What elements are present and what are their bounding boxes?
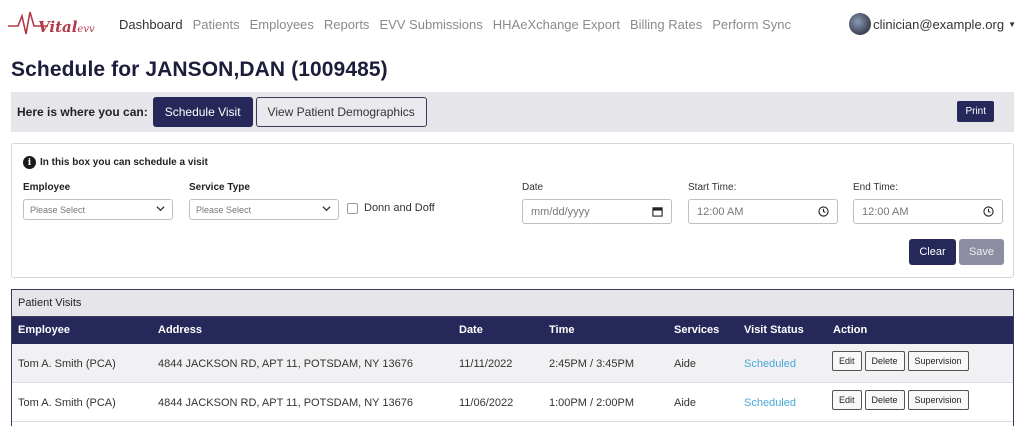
col-date: Date (459, 324, 483, 336)
cell-time: 2:45PM / 3:45PM (549, 358, 634, 370)
end-time-label: End Time: (853, 182, 899, 193)
cell-visit-status: Scheduled (744, 397, 796, 409)
delete-button[interactable]: Delete (864, 351, 905, 371)
page-title: Schedule for JANSON,DAN (1009485) (11, 58, 388, 81)
employee-select-value: Please Select (30, 204, 86, 215)
supervision-button[interactable]: Supervision (907, 390, 969, 410)
donn-doff-label: Donn and Doff (364, 202, 435, 214)
cell-services: Aide (674, 397, 697, 409)
col-services: Services (674, 324, 720, 336)
chevron-down-icon (322, 204, 331, 215)
vital-evv-logo[interactable]: Vitalevv (8, 4, 100, 44)
end-time-value: 12:00 AM (862, 205, 909, 218)
patient-visits-title: Patient Visits (12, 290, 1013, 317)
cell-employee: Tom A. Smith (PCA) (18, 397, 116, 409)
start-time-label: Start Time: (688, 182, 737, 193)
print-button[interactable]: Print (957, 101, 994, 122)
employee-select[interactable]: Please Select (23, 199, 173, 220)
col-time: Time (549, 324, 575, 336)
nav-links: Dashboard Patients Employees Reports EVV… (114, 17, 796, 32)
edit-button[interactable]: Edit (832, 390, 862, 410)
nav-reports[interactable]: Reports (319, 17, 375, 32)
clear-button[interactable]: Clear (909, 239, 956, 265)
user-menu[interactable]: clinician@example.org ▼ (849, 13, 1016, 35)
nav-dashboard[interactable]: Dashboard (114, 17, 188, 32)
date-input[interactable]: mm/dd/yyyy (522, 199, 672, 224)
cell-visit-status: Scheduled (744, 358, 796, 370)
cell-services: Aide (674, 358, 697, 370)
cell-date: 11/06/2022 (459, 397, 514, 409)
nav-patients[interactable]: Patients (188, 17, 245, 32)
form-info: i In this box you can schedule a visit (23, 156, 208, 169)
cell-time: 1:00PM / 2:00PM (549, 397, 634, 409)
start-time-input[interactable]: 12:00 AM (688, 199, 838, 224)
cell-address: 4844 JACKSON RD, APT 11, POTSDAM, NY 136… (158, 358, 413, 370)
clock-icon (983, 206, 994, 217)
nav-evv-submissions[interactable]: EVV Submissions (374, 17, 487, 32)
nav-perform-sync[interactable]: Perform Sync (707, 17, 796, 32)
schedule-visit-form: i In this box you can schedule a visit E… (11, 143, 1014, 278)
date-placeholder: mm/dd/yyyy (531, 205, 590, 218)
info-icon: i (23, 156, 36, 169)
col-visit-status: Visit Status (744, 324, 804, 336)
brand-suffix: evv (77, 24, 95, 35)
table-body: Tom A. Smith (PCA) 4844 JACKSON RD, APT … (12, 344, 1013, 422)
form-info-text: In this box you can schedule a visit (40, 157, 208, 168)
donn-doff-checkbox[interactable]: Donn and Doff (347, 202, 435, 214)
action-toolbar: Here is where you can: Schedule Visit Vi… (11, 92, 1014, 132)
cell-date: 11/11/2022 (459, 358, 513, 370)
table-row: Tom A. Smith (PCA) 4844 JACKSON RD, APT … (12, 344, 1013, 383)
avatar (849, 13, 872, 35)
col-address: Address (158, 324, 203, 336)
chevron-down-icon (156, 204, 165, 215)
table-header: Employee Address Date Time Services Visi… (12, 317, 1013, 344)
calendar-icon (652, 207, 663, 217)
clock-icon (818, 206, 829, 217)
date-label: Date (522, 182, 544, 193)
nav-hhaexchange-export[interactable]: HHAeXchange Export (488, 17, 625, 32)
toolbar-label: Here is where you can: (17, 105, 148, 119)
supervision-button[interactable]: Supervision (907, 351, 969, 371)
row-actions: Edit Delete Supervision (832, 351, 969, 371)
service-type-select[interactable]: Please Select (189, 199, 339, 220)
user-email: clinician@example.org (873, 16, 1005, 32)
brand-name: Vital (38, 18, 78, 36)
start-time-value: 12:00 AM (697, 205, 744, 218)
col-employee: Employee (18, 324, 70, 336)
col-action: Action (833, 324, 868, 336)
caret-down-icon: ▼ (1008, 19, 1016, 29)
edit-button[interactable]: Edit (832, 351, 862, 371)
service-type-label: Service Type (189, 182, 250, 193)
delete-button[interactable]: Delete (864, 390, 905, 410)
save-button[interactable]: Save (959, 239, 1004, 265)
top-navbar: Vitalevv Dashboard Patients Employees Re… (0, 0, 1024, 48)
nav-billing-rates[interactable]: Billing Rates (625, 17, 707, 32)
row-actions: Edit Delete Supervision (832, 390, 969, 410)
cell-address: 4844 JACKSON RD, APT 11, POTSDAM, NY 136… (158, 397, 413, 409)
patient-visits-table: Patient Visits Employee Address Date Tim… (11, 289, 1014, 426)
cell-employee: Tom A. Smith (PCA) (18, 358, 116, 370)
table-row: Tom A. Smith (PCA) 4844 JACKSON RD, APT … (12, 383, 1013, 422)
service-type-select-value: Please Select (196, 204, 252, 215)
nav-employees[interactable]: Employees (245, 17, 319, 32)
employee-label: Employee (23, 182, 71, 193)
schedule-visit-button[interactable]: Schedule Visit (152, 97, 253, 127)
checkbox-box[interactable] (347, 202, 358, 214)
view-demographics-button[interactable]: View Patient Demographics (255, 97, 427, 127)
end-time-input[interactable]: 12:00 AM (853, 199, 1003, 224)
